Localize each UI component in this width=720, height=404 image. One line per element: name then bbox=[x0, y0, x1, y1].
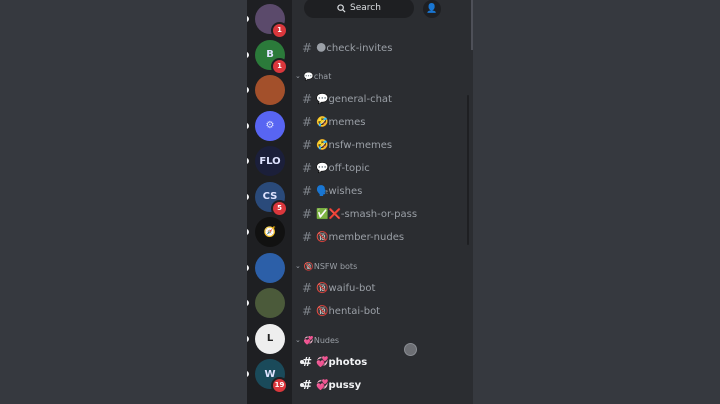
hash-icon: # bbox=[302, 230, 313, 244]
hash-icon: # bbox=[302, 378, 313, 392]
channel-label: 💞pussy bbox=[316, 379, 362, 391]
server-indicator bbox=[247, 16, 249, 22]
channel-label: 🌑check-invites bbox=[316, 42, 393, 54]
channel-member-nudes[interactable]: # 🔞member-nudes bbox=[302, 227, 404, 247]
category-chat[interactable]: ⌄ 💬chat bbox=[295, 69, 331, 83]
channel-smash-or-pass[interactable]: # ✅❌-smash-or-pass bbox=[302, 204, 417, 224]
server-indicator bbox=[247, 122, 249, 129]
scrollbar[interactable] bbox=[467, 95, 469, 245]
server-indicator bbox=[247, 229, 249, 235]
category-label: 💬chat bbox=[303, 71, 332, 81]
channel-check-invites[interactable]: # 🌑check-invites bbox=[302, 38, 392, 58]
discord-window: 1 B 1 ⚙ FLO CS 5 🧭 L W 19 Search 👤 # 🌑check-invite… bbox=[247, 0, 473, 404]
hash-icon: # bbox=[302, 92, 313, 106]
server-indicator bbox=[247, 300, 249, 306]
channel-memes[interactable]: # 🤣memes bbox=[302, 112, 365, 132]
hash-icon: # bbox=[302, 161, 313, 175]
server-indicator bbox=[247, 87, 249, 93]
channel-label: ✅❌-smash-or-pass bbox=[316, 208, 418, 220]
mention-badge: 1 bbox=[271, 22, 288, 39]
chevron-down-icon: ⌄ bbox=[295, 336, 301, 344]
chevron-down-icon: ⌄ bbox=[295, 262, 301, 270]
hash-icon: # bbox=[302, 41, 313, 55]
category-nsfw-bots[interactable]: ⌄ 🔞NSFW bots bbox=[295, 259, 357, 273]
channel-waifu-bot[interactable]: # 🔞waifu-bot bbox=[302, 278, 375, 298]
server-rail: 1 B 1 ⚙ FLO CS 5 🧭 L W 19 bbox=[247, 0, 292, 404]
channel-label: 💞photos bbox=[316, 356, 368, 368]
category-label: 💞Nudes bbox=[303, 335, 340, 345]
server-indicator bbox=[247, 335, 249, 342]
scroll-edge bbox=[471, 0, 473, 50]
search-label: Search bbox=[350, 3, 381, 13]
hash-icon: # bbox=[302, 115, 313, 129]
server-icon-flo[interactable]: FLO bbox=[255, 146, 285, 176]
chevron-down-icon: ⌄ bbox=[295, 72, 301, 80]
search-icon bbox=[337, 3, 346, 13]
server-indicator bbox=[247, 371, 249, 377]
channel-label: 🗣️wishes bbox=[316, 185, 363, 197]
hash-icon: # bbox=[302, 281, 313, 295]
hash-icon: # bbox=[302, 207, 313, 221]
server-icon-anime2[interactable] bbox=[255, 252, 285, 283]
server-icon-compass[interactable]: 🧭 bbox=[255, 217, 285, 247]
hash-icon: # bbox=[302, 355, 313, 369]
mention-badge: 19 bbox=[271, 377, 288, 394]
channel-label: 💬general-chat bbox=[316, 93, 392, 105]
channel-photos[interactable]: # 💞photos bbox=[300, 352, 368, 372]
channel-label: 🔞hentai-bot bbox=[316, 305, 381, 317]
server-icon-cartoon[interactable] bbox=[255, 75, 285, 105]
touch-indicator bbox=[404, 343, 417, 356]
category-label: 🔞NSFW bots bbox=[303, 261, 358, 271]
unread-indicator bbox=[300, 383, 304, 387]
unread-indicator bbox=[300, 360, 304, 364]
category-nudes[interactable]: ⌄ 💞Nudes bbox=[295, 333, 339, 347]
channel-wishes[interactable]: # 🗣️wishes bbox=[302, 181, 362, 201]
server-icon-seal[interactable] bbox=[255, 288, 285, 318]
channel-label: 🤣nsfw-memes bbox=[316, 139, 393, 151]
server-indicator bbox=[247, 193, 249, 200]
channel-general-chat[interactable]: # 💬general-chat bbox=[302, 89, 392, 109]
channel-nsfw-memes[interactable]: # 🤣nsfw-memes bbox=[302, 135, 392, 155]
server-indicator bbox=[247, 51, 249, 58]
channel-hentai-bot[interactable]: # 🔞hentai-bot bbox=[302, 301, 380, 321]
hash-icon: # bbox=[302, 138, 313, 152]
channel-label: 🤣memes bbox=[316, 116, 366, 128]
channel-off-topic[interactable]: # 💬off-topic bbox=[302, 158, 370, 178]
server-icon-lr[interactable]: L bbox=[255, 323, 285, 354]
add-member-icon[interactable]: 👤 bbox=[423, 0, 441, 18]
mention-badge: 5 bbox=[271, 199, 288, 217]
server-indicator bbox=[247, 264, 249, 271]
search-button[interactable]: Search bbox=[304, 0, 414, 18]
hash-icon: # bbox=[302, 304, 313, 318]
channel-label: 💬off-topic bbox=[316, 162, 370, 174]
channel-label: 🔞member-nudes bbox=[316, 231, 405, 243]
channel-label: 🔞waifu-bot bbox=[316, 282, 376, 294]
channel-pussy[interactable]: # 💞pussy bbox=[300, 375, 362, 395]
server-indicator bbox=[247, 158, 249, 164]
server-icon-discord-gear[interactable]: ⚙ bbox=[255, 110, 285, 141]
mention-badge: 1 bbox=[271, 57, 288, 75]
channel-list: Search 👤 # 🌑check-invites ⌄ 💬chat # 💬gene… bbox=[292, 0, 473, 404]
hash-icon: # bbox=[302, 184, 313, 198]
